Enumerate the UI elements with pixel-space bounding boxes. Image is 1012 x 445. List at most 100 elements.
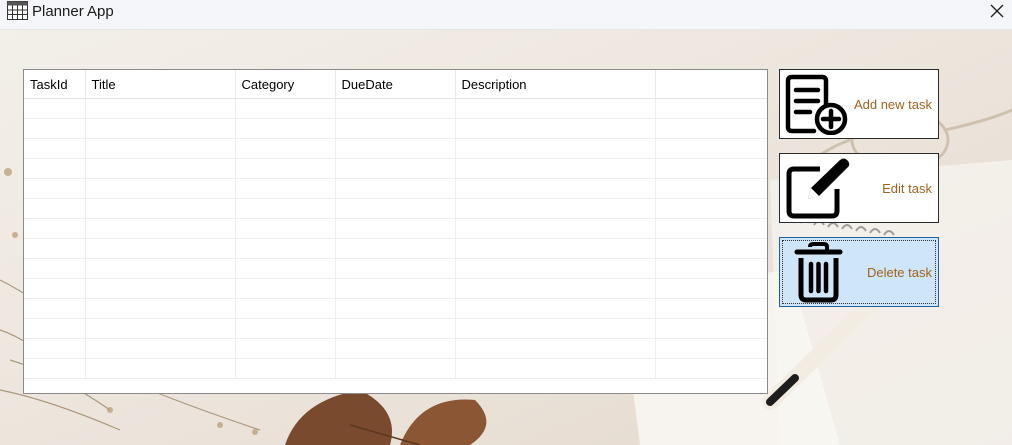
table-cell[interactable] — [24, 118, 86, 139]
table-cell[interactable] — [235, 138, 336, 159]
table-cell[interactable] — [455, 258, 656, 279]
table-cell[interactable] — [655, 98, 767, 119]
table-cell[interactable] — [455, 158, 656, 179]
table-cell[interactable] — [85, 218, 236, 239]
table-cell[interactable] — [455, 218, 656, 239]
table-cell[interactable] — [85, 358, 236, 379]
table-cell[interactable] — [335, 278, 456, 299]
edit-task-button[interactable]: Edit task — [779, 153, 939, 223]
table-cell[interactable] — [24, 298, 86, 319]
table-cell[interactable] — [24, 338, 86, 359]
table-cell[interactable] — [455, 118, 656, 139]
table-row[interactable] — [24, 218, 767, 239]
table-cell[interactable] — [655, 178, 767, 199]
close-button[interactable] — [982, 0, 1012, 22]
table-cell[interactable] — [24, 198, 86, 219]
table-cell[interactable] — [335, 298, 456, 319]
column-header-category[interactable]: Category — [235, 70, 336, 99]
table-cell[interactable] — [85, 258, 236, 279]
table-cell[interactable] — [655, 198, 767, 219]
table-cell[interactable] — [235, 238, 336, 259]
table-row[interactable] — [24, 258, 767, 279]
table-cell[interactable] — [655, 218, 767, 239]
table-cell[interactable] — [655, 138, 767, 159]
delete-task-button[interactable]: Delete task — [779, 237, 939, 307]
table-cell[interactable] — [455, 178, 656, 199]
table-cell[interactable] — [335, 258, 456, 279]
table-cell[interactable] — [24, 318, 86, 339]
table-cell[interactable] — [85, 158, 236, 179]
table-cell[interactable] — [335, 118, 456, 139]
table-cell[interactable] — [335, 138, 456, 159]
table-cell[interactable] — [235, 358, 336, 379]
task-table[interactable]: TaskId Title Category DueDate Descriptio… — [23, 69, 768, 394]
table-cell[interactable] — [455, 98, 656, 119]
table-cell[interactable] — [24, 358, 86, 379]
table-row[interactable] — [24, 358, 767, 379]
table-cell[interactable] — [235, 198, 336, 219]
table-cell[interactable] — [85, 338, 236, 359]
table-cell[interactable] — [235, 98, 336, 119]
table-cell[interactable] — [655, 238, 767, 259]
table-cell[interactable] — [455, 358, 656, 379]
table-cell[interactable] — [655, 258, 767, 279]
table-cell[interactable] — [85, 198, 236, 219]
table-cell[interactable] — [655, 298, 767, 319]
table-cell[interactable] — [24, 278, 86, 299]
table-row[interactable] — [24, 318, 767, 339]
table-cell[interactable] — [655, 338, 767, 359]
column-header-description[interactable]: Description — [455, 70, 656, 99]
table-cell[interactable] — [455, 318, 656, 339]
table-cell[interactable] — [335, 358, 456, 379]
table-cell[interactable] — [655, 358, 767, 379]
table-cell[interactable] — [655, 118, 767, 139]
table-row[interactable] — [24, 338, 767, 359]
table-cell[interactable] — [455, 278, 656, 299]
table-cell[interactable] — [235, 338, 336, 359]
table-cell[interactable] — [235, 318, 336, 339]
table-cell[interactable] — [85, 138, 236, 159]
table-cell[interactable] — [235, 118, 336, 139]
table-cell[interactable] — [235, 158, 336, 179]
table-cell[interactable] — [655, 318, 767, 339]
column-header-taskid[interactable]: TaskId — [24, 70, 86, 99]
table-cell[interactable] — [85, 298, 236, 319]
table-cell[interactable] — [655, 278, 767, 299]
table-cell[interactable] — [335, 98, 456, 119]
table-cell[interactable] — [335, 178, 456, 199]
table-row[interactable] — [24, 98, 767, 119]
table-cell[interactable] — [85, 238, 236, 259]
table-row[interactable] — [24, 198, 767, 219]
table-cell[interactable] — [335, 238, 456, 259]
table-row[interactable] — [24, 138, 767, 159]
table-cell[interactable] — [24, 98, 86, 119]
table-cell[interactable] — [235, 178, 336, 199]
table-row[interactable] — [24, 238, 767, 259]
table-cell[interactable] — [335, 218, 456, 239]
table-cell[interactable] — [335, 198, 456, 219]
table-row[interactable] — [24, 298, 767, 319]
table-cell[interactable] — [85, 278, 236, 299]
table-cell[interactable] — [455, 238, 656, 259]
table-cell[interactable] — [335, 338, 456, 359]
column-header-duedate[interactable]: DueDate — [335, 70, 456, 99]
table-cell[interactable] — [24, 138, 86, 159]
table-cell[interactable] — [335, 318, 456, 339]
column-header-title[interactable]: Title — [85, 70, 236, 99]
table-cell[interactable] — [455, 198, 656, 219]
table-cell[interactable] — [24, 238, 86, 259]
table-cell[interactable] — [24, 158, 86, 179]
add-task-button[interactable]: Add new task — [779, 69, 939, 139]
table-cell[interactable] — [85, 318, 236, 339]
table-row[interactable] — [24, 278, 767, 299]
table-row[interactable] — [24, 118, 767, 139]
table-cell[interactable] — [24, 258, 86, 279]
table-row[interactable] — [24, 178, 767, 199]
table-row[interactable] — [24, 158, 767, 179]
table-cell[interactable] — [235, 218, 336, 239]
table-cell[interactable] — [455, 138, 656, 159]
table-cell[interactable] — [455, 298, 656, 319]
table-cell[interactable] — [85, 118, 236, 139]
table-cell[interactable] — [235, 298, 336, 319]
table-cell[interactable] — [655, 158, 767, 179]
